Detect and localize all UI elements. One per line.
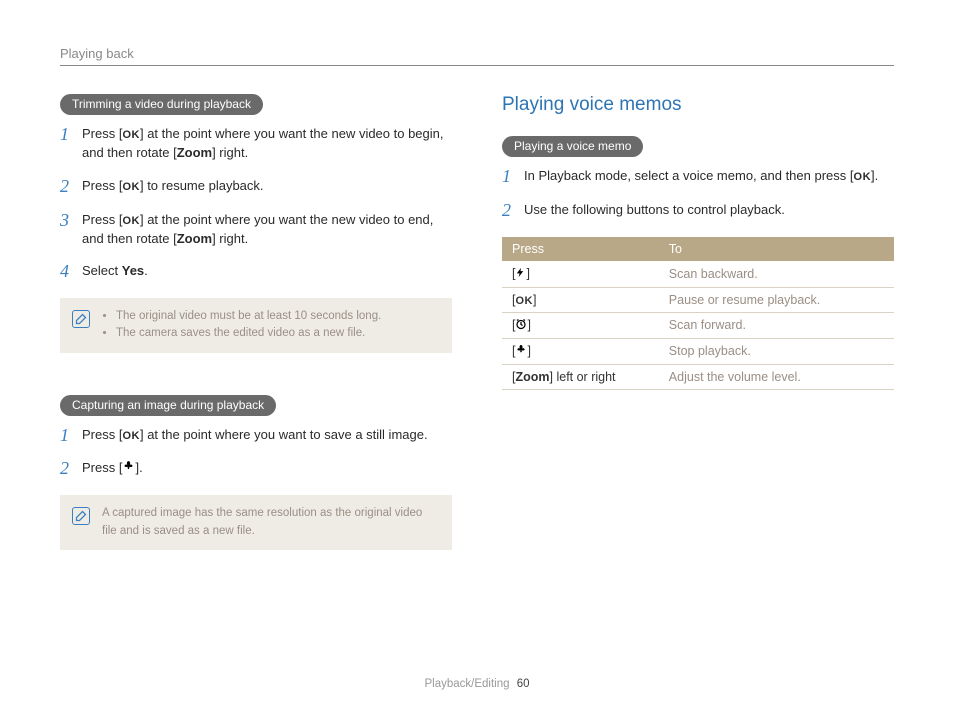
subheading-playing-memo: Playing a voice memo xyxy=(502,136,643,157)
step-item: 2 Press [OK] to resume playback. xyxy=(60,177,452,197)
footer-label: Playback/Editing xyxy=(424,678,509,690)
ok-icon: OK xyxy=(854,170,872,186)
table-row: [OK] Pause or resume playback. xyxy=(502,287,894,312)
capturing-steps: 1 Press [OK] at the point where you want… xyxy=(60,426,452,480)
note-line: The original video must be at least 10 s… xyxy=(116,308,440,325)
content-columns: Trimming a video during playback 1 Press… xyxy=(60,94,894,578)
step-text: Press [OK] at the point where you want t… xyxy=(82,426,452,445)
step-item: 2 Press []. xyxy=(60,459,452,479)
subheading-capturing: Capturing an image during playback xyxy=(60,395,276,416)
trimming-steps: 1 Press [OK] at the point where you want… xyxy=(60,125,452,282)
step-text: Press []. xyxy=(82,459,452,478)
step-text: Press [OK] at the point where you want t… xyxy=(82,211,452,249)
step-number: 2 xyxy=(60,459,78,479)
table-cell-key: [] xyxy=(502,312,659,338)
subheading-trimming: Trimming a video during playback xyxy=(60,94,263,115)
table-header-to: To xyxy=(659,237,894,261)
note-body: The original video must be at least 10 s… xyxy=(102,308,440,343)
table-row: [] Scan forward. xyxy=(502,312,894,338)
ok-icon: OK xyxy=(122,214,140,230)
table-cell-desc: Adjust the volume level. xyxy=(659,365,894,390)
section-heading-voice-memos: Playing voice memos xyxy=(502,94,894,116)
table-cell-desc: Scan forward. xyxy=(659,312,894,338)
note-icon xyxy=(72,310,90,328)
note-box-trimming: The original video must be at least 10 s… xyxy=(60,298,452,353)
step-item: 4 Select Yes. xyxy=(60,262,452,282)
step-number: 2 xyxy=(60,177,78,197)
flash-icon xyxy=(515,266,526,282)
step-item: 1 Press [OK] at the point where you want… xyxy=(60,426,452,446)
step-number: 4 xyxy=(60,262,78,282)
table-row: [] Stop playback. xyxy=(502,338,894,364)
table-row: [] Scan backward. xyxy=(502,261,894,288)
table-cell-desc: Scan backward. xyxy=(659,261,894,288)
note-line: A captured image has the same resolution… xyxy=(102,507,422,536)
note-line: The camera saves the edited video as a n… xyxy=(116,325,440,342)
step-item: 1 In Playback mode, select a voice memo,… xyxy=(502,167,894,187)
table-row: [Zoom] left or right Adjust the volume l… xyxy=(502,365,894,390)
ok-icon: OK xyxy=(122,180,140,196)
step-text: Press [OK] at the point where you want t… xyxy=(82,125,452,163)
step-text: In Playback mode, select a voice memo, a… xyxy=(524,167,894,186)
step-number: 1 xyxy=(60,426,78,446)
step-number: 1 xyxy=(60,125,78,145)
timer-icon xyxy=(515,318,527,333)
step-item: 1 Press [OK] at the point where you want… xyxy=(60,125,452,163)
footer-page-number: 60 xyxy=(517,678,530,690)
controls-table: Press To [] Scan backward. [OK] Pause or… xyxy=(502,237,894,390)
table-cell-key: [] xyxy=(502,338,659,364)
step-text: Press [OK] to resume playback. xyxy=(82,177,452,196)
left-column: Trimming a video during playback 1 Press… xyxy=(60,94,452,578)
macro-icon xyxy=(515,344,527,359)
step-text: Select Yes. xyxy=(82,262,452,281)
page-header: Playing back xyxy=(60,46,894,66)
table-cell-desc: Pause or resume playback. xyxy=(659,287,894,312)
step-item: 3 Press [OK] at the point where you want… xyxy=(60,211,452,249)
ok-icon: OK xyxy=(122,128,140,144)
ok-icon: OK xyxy=(122,429,140,445)
ok-icon: OK xyxy=(515,295,533,307)
step-item: 2 Use the following buttons to control p… xyxy=(502,201,894,221)
page-footer: Playback/Editing 60 xyxy=(0,678,954,690)
note-icon xyxy=(72,507,90,525)
step-text: Use the following buttons to control pla… xyxy=(524,201,894,220)
table-cell-key: [OK] xyxy=(502,287,659,312)
table-header-press: Press xyxy=(502,237,659,261)
step-number: 3 xyxy=(60,211,78,231)
table-cell-desc: Stop playback. xyxy=(659,338,894,364)
macro-icon xyxy=(122,460,135,479)
step-number: 1 xyxy=(502,167,520,187)
table-cell-key: [Zoom] left or right xyxy=(502,365,659,390)
note-box-capturing: A captured image has the same resolution… xyxy=(60,495,452,550)
table-cell-key: [] xyxy=(502,261,659,288)
memo-steps: 1 In Playback mode, select a voice memo,… xyxy=(502,167,894,221)
step-number: 2 xyxy=(502,201,520,221)
header-section-label: Playing back xyxy=(60,46,134,61)
right-column: Playing voice memos Playing a voice memo… xyxy=(502,94,894,578)
note-body: A captured image has the same resolution… xyxy=(102,505,440,540)
